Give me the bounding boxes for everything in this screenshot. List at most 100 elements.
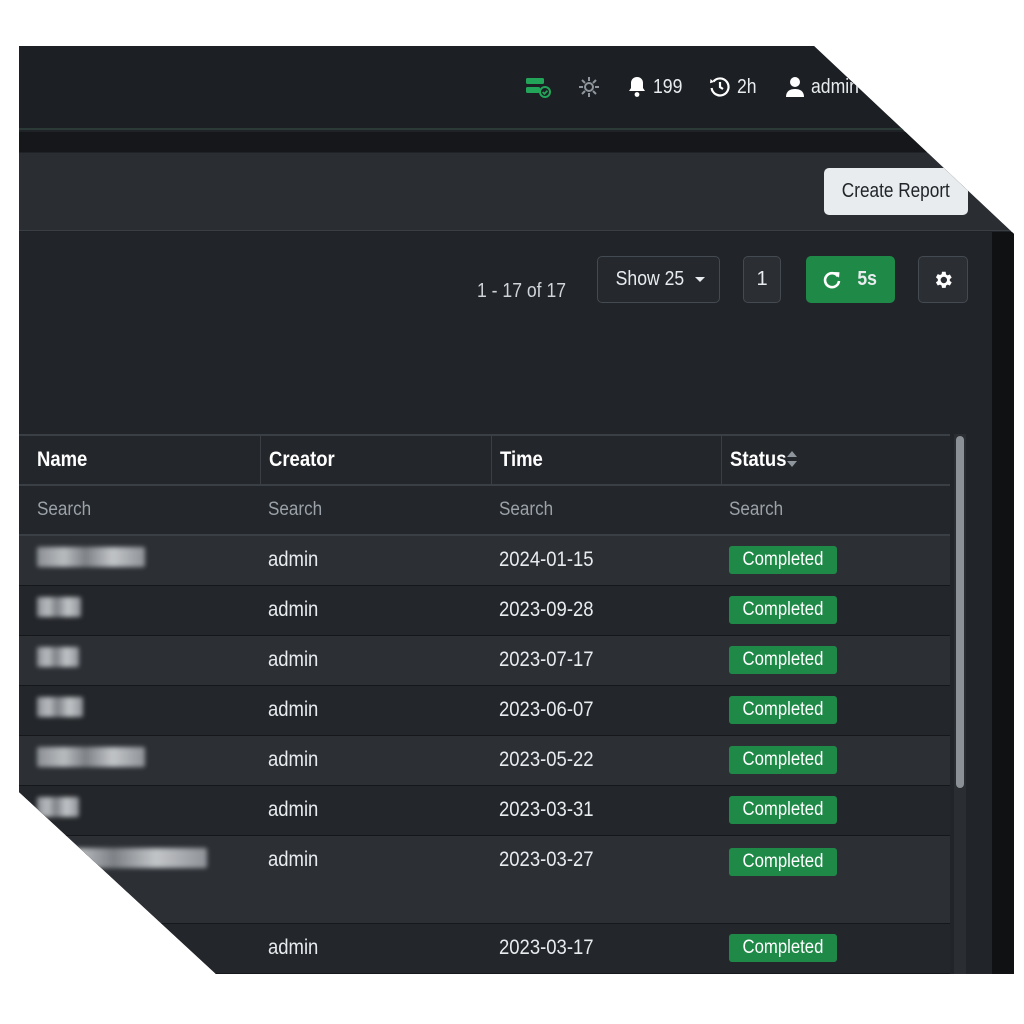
status-cell: Completed <box>721 835 950 924</box>
creator-filter-input[interactable] <box>268 499 448 521</box>
creator-cell: admin <box>260 685 491 736</box>
time-filter-input[interactable] <box>499 499 679 521</box>
refresh-icon <box>824 271 841 288</box>
reports-content: 1 - 17 of 17 Show 25 1 5s Name Creator T… <box>19 232 1014 974</box>
status-cell: Completed <box>721 635 950 686</box>
page-size-select[interactable]: Show 25 <box>597 256 720 303</box>
bell-icon <box>629 77 645 97</box>
reports-table: Name Creator Time Status Search Search S… <box>19 434 950 974</box>
history-icon <box>710 77 730 97</box>
table-row[interactable]: admin 2024-01-15 Completed <box>19 535 950 586</box>
user-menu[interactable]: admin <box>785 72 865 102</box>
sort-icon[interactable] <box>786 450 798 468</box>
redacted-report-name <box>37 547 145 568</box>
status-badge-label: Completed <box>742 799 824 820</box>
caret-down-icon <box>695 276 706 282</box>
table-row[interactable]: admin 2023-07-17 Completed <box>19 635 950 686</box>
table-row[interactable]: admin 2023-06-07 Completed <box>19 685 950 736</box>
column-header-status[interactable]: Status <box>720 434 950 486</box>
creator-cell-text: admin <box>268 698 319 721</box>
status-badge-label: Completed <box>742 699 824 720</box>
status-badge: Completed <box>729 646 837 674</box>
table-row[interactable]: admin 2023-05-22 Completed <box>19 735 950 786</box>
table-row[interactable]: admin 2023-09-28 Completed <box>19 585 950 636</box>
page-number: 1 <box>756 268 768 290</box>
status-badge-label: Completed <box>742 599 824 620</box>
status-badge: Completed <box>729 934 837 962</box>
creator-cell: admin <box>260 585 491 636</box>
panel-edge <box>992 232 1014 974</box>
time-cell-text: 2024-01-15 <box>499 548 594 572</box>
status-cell: Completed <box>721 923 950 974</box>
gear-icon[interactable] <box>577 72 601 102</box>
creator-cell-text: admin <box>268 798 319 821</box>
report-name-cell[interactable] <box>19 635 260 686</box>
time-cell-text: 2023-03-17 <box>499 936 594 959</box>
status-badge: Completed <box>729 796 837 824</box>
alerts-indicator[interactable]: 199 <box>627 72 686 102</box>
server-status-icon[interactable] <box>525 72 551 102</box>
column-creator-label: Creator <box>268 448 335 471</box>
report-name-cell[interactable] <box>19 923 260 974</box>
time-cell: 2023-09-28 <box>491 585 721 636</box>
redacted-report-name <box>37 597 81 617</box>
page-size-label: Show 25 <box>615 268 684 290</box>
status-badge-label: Completed <box>742 937 824 958</box>
table-row[interactable]: admin 2023-03-27 Completed <box>19 835 950 924</box>
creator-cell-text: admin <box>268 748 319 771</box>
redacted-report-name <box>37 697 83 717</box>
creator-cell: admin <box>260 635 491 686</box>
time-cell: 2024-01-15 <box>491 535 721 586</box>
creator-cell-text: admin <box>268 936 319 959</box>
status-badge-label: Completed <box>742 850 824 872</box>
table-row[interactable]: admin 2023-03-31 Completed <box>19 785 950 836</box>
status-badge: Completed <box>729 746 837 774</box>
creator-cell-text: admin <box>268 598 319 621</box>
report-name-cell[interactable] <box>19 973 260 974</box>
table-header-row: Name Creator Time Status <box>19 434 950 486</box>
creator-cell: admin <box>260 973 491 974</box>
column-name-label: Name <box>37 448 88 471</box>
status-filter-input[interactable] <box>729 499 909 521</box>
time-cell: 2023-03-27 <box>491 835 721 924</box>
app-window: 199 2h admin Create Report 1 - 17 of 17 … <box>19 46 1014 974</box>
refresh-interval: 5s <box>857 268 878 290</box>
status-badge: Completed <box>729 596 837 624</box>
creator-cell: admin <box>260 735 491 786</box>
redacted-report-name <box>37 797 79 817</box>
report-name-cell[interactable] <box>19 835 260 924</box>
report-name-cell[interactable] <box>19 585 260 636</box>
secondary-bar <box>19 132 1014 152</box>
status-badge: Completed <box>729 696 837 724</box>
time-cell-text: 2023-07-17 <box>499 648 594 671</box>
name-filter-input[interactable] <box>37 499 217 521</box>
auto-refresh-button[interactable]: 5s <box>806 256 895 303</box>
create-report-button[interactable]: Create Report <box>824 168 968 215</box>
table-scrollbar[interactable] <box>954 434 966 974</box>
table-row[interactable]: admin2023-03-17Completed <box>19 973 950 974</box>
report-name-cell[interactable] <box>19 785 260 836</box>
column-header-name[interactable]: Name <box>19 434 260 486</box>
table-settings-button[interactable] <box>918 256 968 303</box>
page-number-button[interactable]: 1 <box>743 256 781 303</box>
time-range-selector[interactable]: 2h <box>709 72 759 102</box>
creator-cell: admin <box>260 535 491 586</box>
create-report-label: Create Report <box>841 180 951 202</box>
creator-cell-text: admin <box>268 648 319 671</box>
creator-cell-text: admin <box>268 847 319 871</box>
time-cell-text: 2023-05-22 <box>499 748 594 771</box>
table-row[interactable]: admin 2023-03-17 Completed <box>19 923 950 974</box>
status-cell: Completed <box>721 685 950 736</box>
status-cell: Completed <box>721 535 950 586</box>
report-name-cell[interactable] <box>19 535 260 586</box>
report-name-cell[interactable] <box>19 735 260 786</box>
column-header-creator[interactable]: Creator <box>259 434 491 486</box>
status-badge-label: Completed <box>742 549 824 571</box>
scrollbar-thumb[interactable] <box>956 436 964 788</box>
gear-icon <box>935 271 952 288</box>
column-header-time[interactable]: Time <box>490 434 721 486</box>
redacted-report-name <box>37 747 145 767</box>
status-cell: Completed <box>721 735 950 786</box>
time-cell-text: 2023-03-27 <box>499 847 594 871</box>
report-name-cell[interactable] <box>19 685 260 736</box>
